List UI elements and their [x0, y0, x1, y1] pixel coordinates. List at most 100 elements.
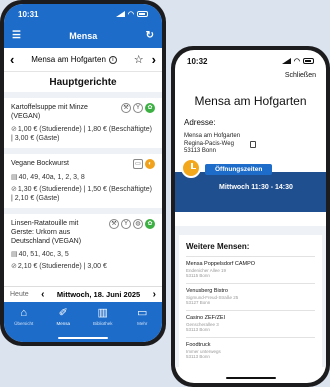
meal-allergens: ▤40, 51, 40c, 3, 5 — [11, 250, 155, 258]
tab-more[interactable]: ▭ Mehr — [127, 307, 157, 326]
canteen-city: 53113 Bonn — [186, 354, 210, 359]
phone-mensa-menu: 10:31 ◠ ☰ Mensa ↻ ‹ Mensa am Hofgarten i… — [0, 0, 166, 346]
favorite-star-icon[interactable]: ☆ — [134, 53, 144, 66]
clock-icon — [181, 157, 201, 178]
allergen-icon: ▤ — [11, 251, 18, 258]
screen-menu: 10:31 ◠ ☰ Mensa ↻ ‹ Mensa am Hofgarten i… — [4, 4, 162, 342]
meal-price-text: 1,30 € (Studierende) | 1,50 € (Beschäfti… — [11, 186, 152, 202]
canteen-name: Foodtruck — [186, 341, 211, 348]
previous-day-button[interactable]: ‹ — [41, 289, 44, 300]
price-tag-icon: ⊘ — [11, 263, 17, 270]
canteen-name: Mensa Poppelsdorf CAMPO — [186, 260, 256, 267]
address-block: Mensa am Hofgarten Regina-Pacis-Weg 5311… — [175, 127, 326, 156]
more-icon: ▭ — [137, 307, 148, 319]
canteen-name: Casino ZEF/ZEI — [186, 314, 226, 321]
meal-price: ⊘2,10 € (Studierende) | 3,00 € — [11, 262, 155, 271]
canteen-city: 53115 Bonn — [186, 273, 210, 278]
close-button[interactable]: Schließen — [285, 72, 316, 79]
copy-icon[interactable] — [250, 141, 257, 148]
meal-labels: ⚒ Y ✿ — [121, 103, 155, 113]
meal-card[interactable]: Vegane Bockwurst ▭ ◐ ▤40, 49, 40a, 1, 2,… — [4, 148, 162, 208]
other-canteens-card: Weitere Mensen: Mensa Poppelsdorf CAMPO … — [179, 234, 322, 367]
current-date: Mittwoch, 18. Juni 2025 — [56, 290, 141, 299]
opening-hours-tab: Öffnungszeiten — [205, 163, 273, 175]
meal-labels: ⚒ Y ◍ ✿ — [109, 219, 155, 229]
price-tag-icon: ⊘ — [11, 126, 17, 133]
no-gluten-icon: ⚒ — [121, 103, 131, 113]
list-item[interactable]: Mensa Poppelsdorf CAMPO Endenicher Allee… — [186, 255, 315, 283]
vegan-leaf-icon: ✿ — [145, 219, 155, 229]
phone-canteen-details: 10:32 ◠ Schließen Mensa am Hofgarten Adr… — [171, 46, 330, 387]
tab-library[interactable]: ▥ Bibliothek — [88, 307, 118, 326]
list-item[interactable]: Foodtruck Immer unterwegs 53113 Bonn — [186, 336, 315, 364]
battery-icon — [303, 58, 314, 64]
meal-header: Linsen-Ratatouille mit Gerste: Urkorn au… — [11, 219, 155, 246]
home-indicator — [225, 377, 276, 379]
wifi-icon: ◠ — [127, 11, 134, 18]
signal-icon — [281, 58, 291, 64]
close-row: Schließen — [175, 72, 326, 86]
vegetarian-icon: ◐ — [145, 159, 155, 169]
meal-labels: ▭ ◐ — [133, 159, 155, 169]
refresh-icon[interactable]: ↻ — [146, 31, 154, 41]
meal-allergens: ▤40, 49, 40a, 1, 2, 3, 8 — [11, 173, 155, 181]
status-bar: 10:32 ◠ — [175, 50, 326, 72]
opening-hours-banner: Öffnungszeiten Mittwoch 11:30 - 14:30 — [175, 157, 326, 212]
canteen-name: Venusberg Bistro — [186, 287, 228, 294]
address-line: 53113 Bonn — [184, 148, 216, 154]
vegan-y-icon: Y — [121, 219, 131, 229]
opening-hours-text: Mittwoch 11:30 - 14:30 — [219, 183, 293, 191]
allergens-text: 40, 49, 40a, 1, 2, 3, 8 — [18, 174, 85, 181]
tab-overview[interactable]: ⌂ Übersicht — [9, 307, 39, 326]
next-canteen-button[interactable]: › — [152, 52, 156, 67]
other-canteens-title: Weitere Mensen: — [186, 241, 250, 251]
signal-icon — [115, 11, 125, 17]
other-canteens-section: Weitere Mensen: Mensa Poppelsdorf CAMPO … — [175, 225, 326, 367]
canteen-city: 53113 Bonn — [186, 327, 210, 332]
app-title: Mensa — [69, 31, 98, 41]
pig-icon: ▭ — [133, 159, 143, 169]
battery-icon — [137, 11, 148, 17]
app-header: 10:31 ◠ ☰ Mensa ↻ — [4, 4, 162, 48]
status-time: 10:32 — [187, 56, 208, 66]
date-navigation: Heute ‹ Mittwoch, 18. Juni 2025 › — [4, 286, 162, 302]
canteen-selector: ‹ Mensa am Hofgarten i ☆ › — [4, 48, 162, 72]
app-bar: ☰ Mensa ↻ — [4, 24, 162, 48]
list-item[interactable]: Venusberg Bistro Sigmund-Freud-Straße 25… — [186, 282, 315, 310]
tab-label: Bibliothek — [92, 321, 113, 326]
status-icons: ◠ — [115, 10, 148, 18]
canteen-name: Mensa am Hofgarten — [31, 55, 106, 64]
meal-header: Vegane Bockwurst ▭ ◐ — [11, 159, 155, 169]
list-item[interactable]: Casino ZEF/ZEI Genscherallee 3 53113 Bon… — [186, 309, 315, 337]
cutlery-icon: ✐ — [58, 307, 68, 319]
address-label: Adresse: — [184, 118, 216, 127]
address-line: Mensa am Hofgarten — [184, 133, 241, 139]
meal-price: ⊘1,30 € (Studierende) | 1,50 € (Beschäft… — [11, 185, 155, 203]
status-icons: ◠ — [281, 57, 314, 65]
address-text: Mensa am Hofgarten Regina-Pacis-Weg 5311… — [184, 133, 240, 156]
page-title: Mensa am Hofgarten — [194, 94, 307, 108]
previous-canteen-button[interactable]: ‹ — [10, 52, 14, 67]
canteen-title: Mensa am Hofgarten i — [31, 55, 117, 64]
tab-mensa[interactable]: ✐ Mensa — [48, 307, 78, 326]
section-title: Hauptgerichte — [49, 77, 117, 88]
meal-card[interactable]: Linsen-Ratatouille mit Gerste: Urkorn au… — [4, 208, 162, 276]
meal-name: Vegane Bockwurst — [11, 160, 69, 167]
address-line: Regina-Pacis-Weg — [184, 140, 234, 147]
today-button[interactable]: Heute — [10, 291, 29, 298]
vegan-leaf-icon: ✿ — [145, 103, 155, 113]
info-icon[interactable]: i — [108, 55, 117, 64]
library-icon: ▥ — [97, 307, 108, 319]
meal-card[interactable]: Kartoffelsuppe mit Minze (VEGAN) ⚒ Y ✿ ⊘… — [4, 92, 162, 148]
tab-label: Mensa — [56, 321, 70, 326]
status-time: 10:31 — [18, 9, 39, 19]
home-icon: ⌂ — [20, 307, 28, 319]
next-day-button[interactable]: › — [153, 289, 156, 300]
drop-icon: ◍ — [133, 219, 143, 229]
canteen-city: 53127 Bonn — [186, 300, 211, 305]
hamburger-menu-icon[interactable]: ☰ — [12, 31, 21, 41]
no-gluten-icon: ⚒ — [109, 219, 119, 229]
allergens-text: 40, 51, 40c, 3, 5 — [18, 251, 69, 258]
bottom-tab-bar: ⌂ Übersicht ✐ Mensa ▥ Bibliothek ▭ Mehr — [4, 302, 162, 342]
allergen-icon: ▤ — [11, 174, 18, 181]
